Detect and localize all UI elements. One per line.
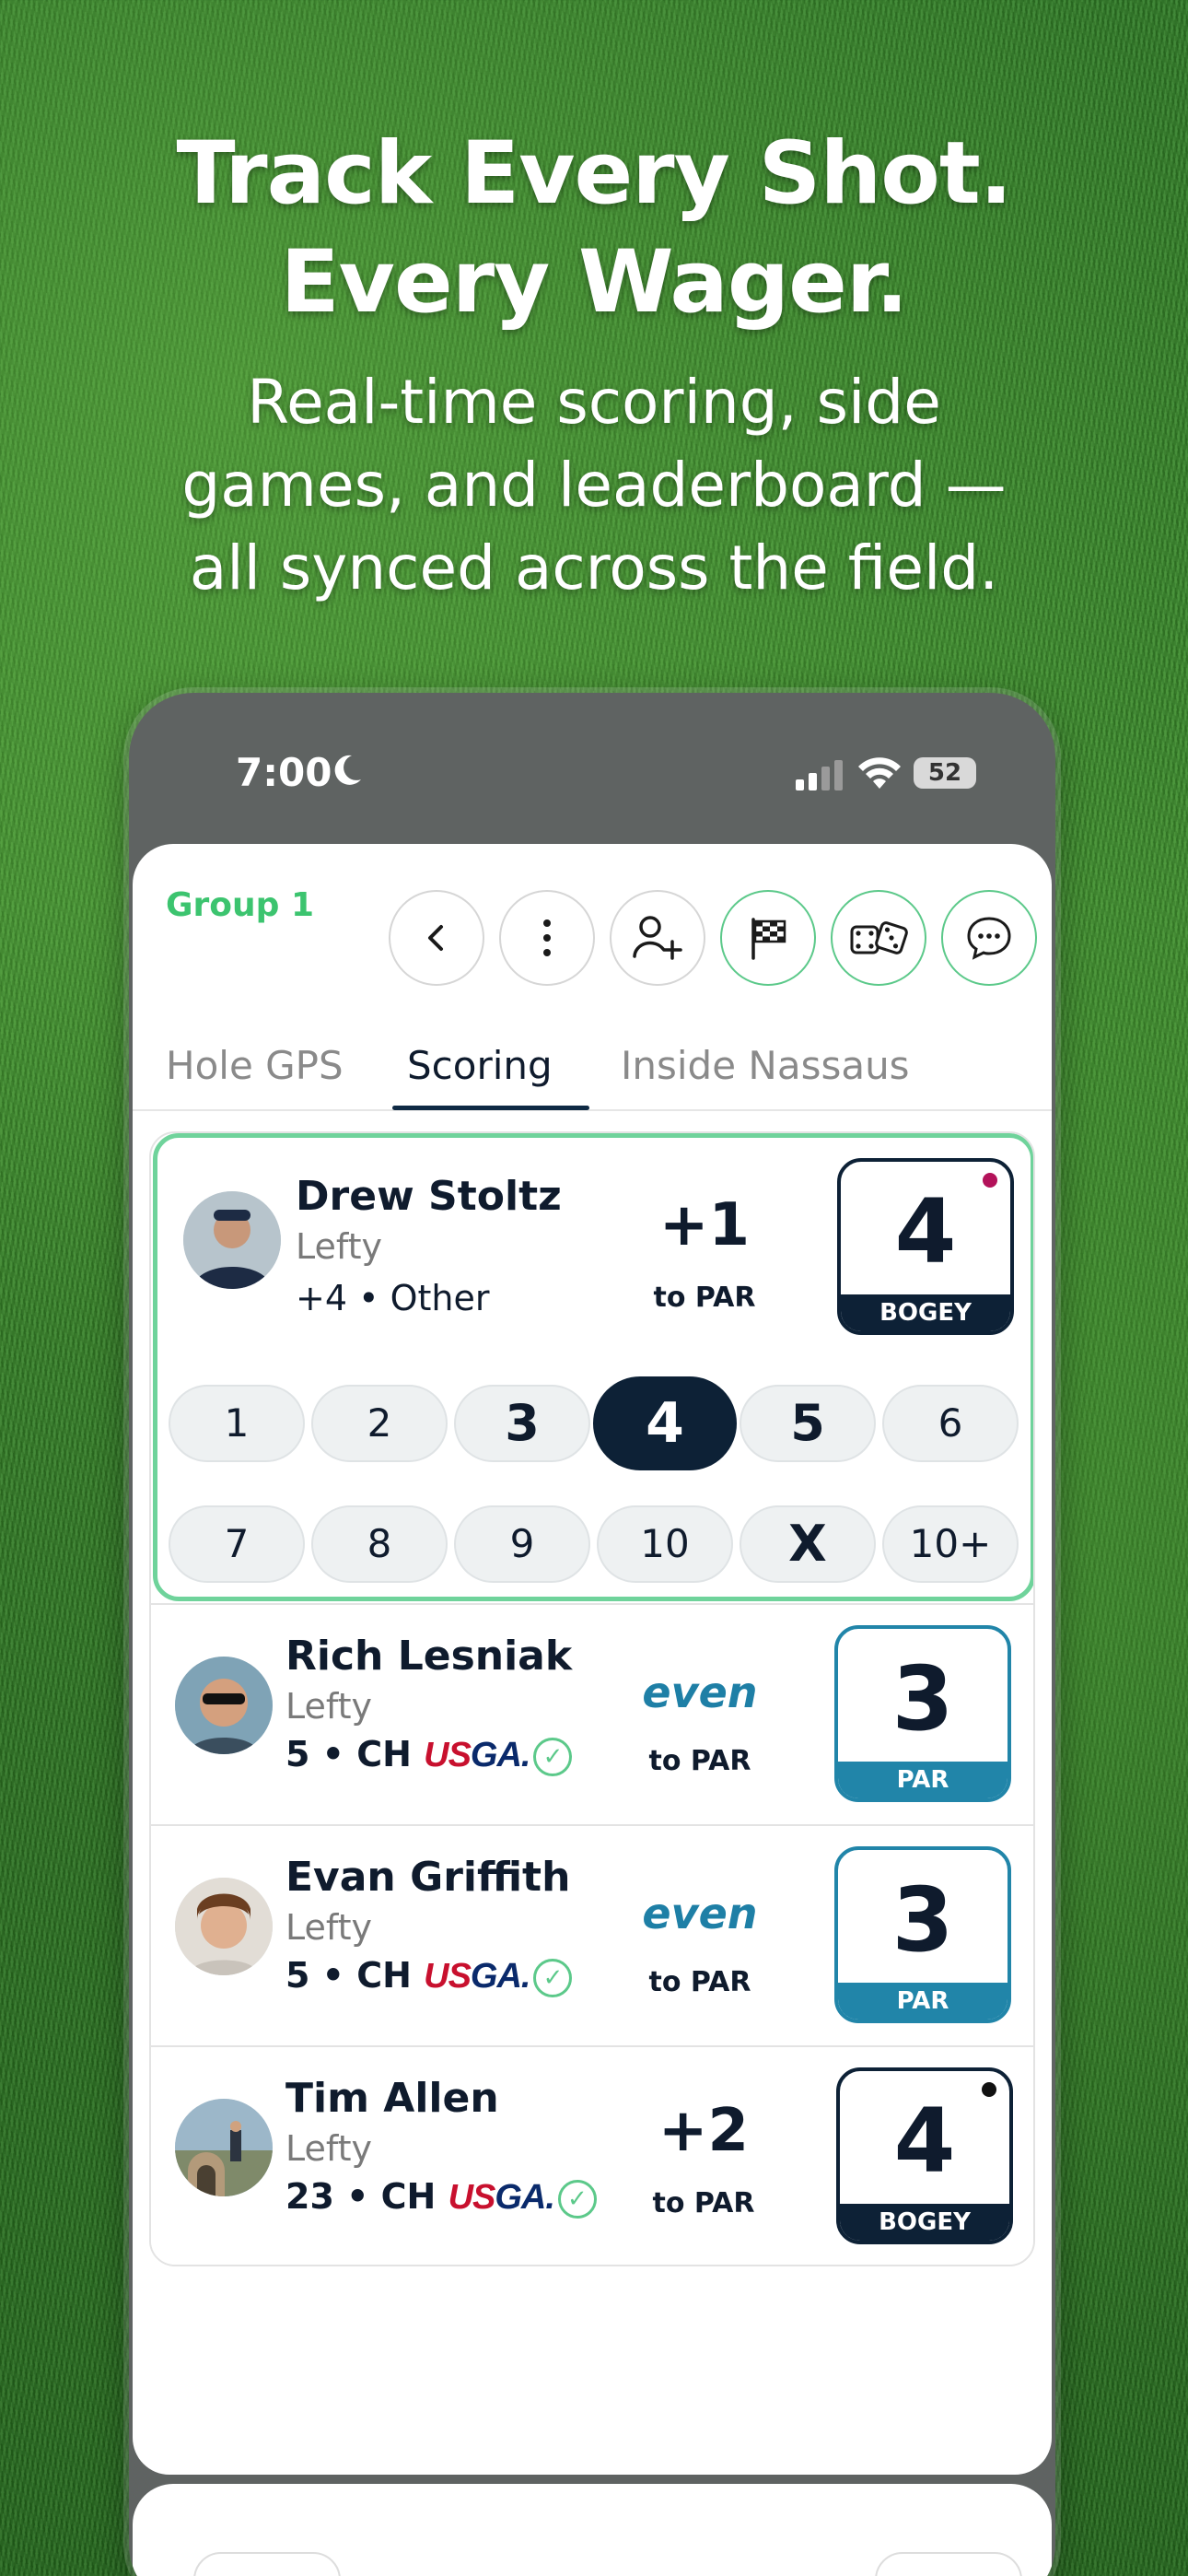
player-name: Rich Lesniak <box>285 1633 573 1680</box>
to-par-value: even <box>642 1668 758 1717</box>
avatar <box>175 2099 273 2196</box>
flag-icon <box>751 918 786 960</box>
score-option-10[interactable]: 10 <box>597 1505 733 1583</box>
score-option-10-plus[interactable]: 10+ <box>882 1505 1019 1583</box>
dice-icon <box>850 921 908 954</box>
add-player-icon <box>633 916 682 960</box>
to-par-label: to PAR <box>653 1282 756 1314</box>
hole-score-box[interactable]: 4 BOGEY <box>836 2067 1013 2244</box>
back-button[interactable] <box>389 890 484 986</box>
usga-logo: USGA. <box>424 1957 530 1996</box>
tab-scoring[interactable]: Scoring <box>407 1043 553 1088</box>
score-option-8[interactable]: 8 <box>311 1505 448 1583</box>
to-par-label: to PAR <box>652 2187 755 2219</box>
subhead-line-3: all synced across the field. <box>189 533 999 603</box>
verified-check-icon: ✓ <box>533 1737 573 1776</box>
player-card-active[interactable]: Drew Stoltz Lefty +4 • Other +1 to PAR 4… <box>153 1133 1033 1601</box>
status-time: 7:00 <box>236 750 332 795</box>
player-name: Drew Stoltz <box>296 1173 562 1220</box>
hole-score: 3 <box>891 1647 954 1751</box>
score-result-label: BOGEY <box>841 1294 1010 1331</box>
battery-indicator: 52 <box>914 757 976 789</box>
back-icon <box>428 925 443 951</box>
player-handedness: Lefty <box>285 1907 372 1948</box>
verified-check-icon: ✓ <box>533 1958 573 1997</box>
add-player-button[interactable] <box>610 890 705 986</box>
more-button[interactable] <box>499 890 595 986</box>
flag-button[interactable] <box>720 890 816 986</box>
avatar <box>175 1878 273 1975</box>
hole-score-box[interactable]: 4 BOGEY <box>837 1158 1014 1335</box>
hole-score-box[interactable]: 3 PAR <box>834 1846 1011 2023</box>
avatar <box>175 1657 273 1754</box>
group-title: Group 1 <box>166 886 315 924</box>
score-result-label: PAR <box>838 1762 1007 1798</box>
player-handicap: +4 • Other <box>296 1278 490 1318</box>
to-par-value: +2 <box>658 2097 750 2165</box>
wifi-icon <box>858 757 901 789</box>
player-name: Tim Allen <box>285 2075 499 2122</box>
to-par-value: +1 <box>658 1191 751 1259</box>
score-option-9[interactable]: 9 <box>454 1505 590 1583</box>
handicap-text: 5 • CH <box>285 1955 412 1996</box>
usga-logo: USGA. <box>448 2178 555 2217</box>
tab-inside-nassaus[interactable]: Inside Nassaus <box>621 1043 910 1088</box>
player-handedness: Lefty <box>296 1226 382 1267</box>
active-tab-indicator <box>392 1106 589 1110</box>
score-result-label: PAR <box>838 1983 1007 2020</box>
to-par-label: to PAR <box>648 1966 751 1998</box>
moon-icon <box>334 755 361 785</box>
to-par-label: to PAR <box>648 1745 751 1777</box>
usga-logo: USGA. <box>424 1736 530 1774</box>
subhead-line-1: Real-time scoring, side <box>247 367 941 438</box>
player-row[interactable]: Evan Griffith Lefty 5 • CH USGA. ✓ even t… <box>151 1824 1033 2045</box>
player-handedness: Lefty <box>285 2128 372 2169</box>
score-result-label: BOGEY <box>840 2204 1009 2241</box>
score-option-7[interactable]: 7 <box>169 1505 305 1583</box>
bottom-control-right[interactable] <box>875 2552 1022 2576</box>
chat-button[interactable] <box>941 890 1037 986</box>
avatar <box>183 1191 281 1289</box>
player-handedness: Lefty <box>285 1686 372 1727</box>
games-button[interactable] <box>831 890 926 986</box>
subhead-line-2: games, and leaderboard — <box>181 450 1007 521</box>
player-row[interactable]: Rich Lesniak Lefty 5 • CH USGA. ✓ even to… <box>151 1603 1033 1824</box>
score-option-3[interactable]: 3 <box>454 1385 590 1462</box>
score-option-x[interactable]: X <box>740 1505 876 1583</box>
app-screen: Group 1 Hole GPS Scoring Inside Nassaus … <box>133 844 1052 2475</box>
tab-bar: Hole GPS Scoring Inside Nassaus <box>133 1025 1052 1111</box>
more-icon <box>543 919 551 956</box>
handicap-text: 5 • CH <box>285 1734 412 1774</box>
hole-score-box[interactable]: 3 PAR <box>834 1625 1011 1802</box>
headline-line-1: Track Every Shot. <box>176 123 1013 224</box>
score-option-2[interactable]: 2 <box>311 1385 448 1462</box>
hole-score: 4 <box>894 1180 957 1283</box>
player-handicap: 23 • CH USGA. ✓ <box>285 2176 597 2219</box>
marketing-headline: Track Every Shot. Every Wager. <box>0 120 1188 337</box>
score-option-1[interactable]: 1 <box>169 1385 305 1462</box>
player-handicap: 5 • CH USGA. ✓ <box>285 1955 573 1997</box>
headline-line-2: Every Wager. <box>280 232 908 333</box>
score-option-6[interactable]: 6 <box>882 1385 1019 1462</box>
to-par-value: even <box>642 1889 758 1938</box>
player-score-list: Drew Stoltz Lefty +4 • Other +1 to PAR 4… <box>149 1131 1035 2266</box>
player-row[interactable]: Tim Allen Lefty 23 • CH USGA. ✓ +2 to PAR… <box>151 2045 1033 2265</box>
hole-score: 4 <box>893 2090 956 2193</box>
bottom-sheet <box>133 2484 1052 2576</box>
signal-icon <box>796 760 843 790</box>
bottom-control-left[interactable] <box>193 2552 341 2576</box>
verified-check-icon: ✓ <box>557 2179 597 2219</box>
player-name: Evan Griffith <box>285 1854 571 1901</box>
chat-icon <box>967 917 1011 960</box>
score-option-5[interactable]: 5 <box>740 1385 876 1462</box>
player-handicap: 5 • CH USGA. ✓ <box>285 1734 573 1776</box>
status-bar: 7:00 52 <box>129 693 1055 840</box>
tab-hole-gps[interactable]: Hole GPS <box>166 1043 344 1088</box>
hole-score: 3 <box>891 1868 954 1972</box>
phone-frame: 7:00 52 Group 1 Hole GPS Scoring Inside … <box>129 693 1055 2576</box>
score-option-4-selected[interactable]: 4 <box>593 1376 737 1470</box>
marketing-subhead: Real-time scoring, side games, and leade… <box>0 361 1188 610</box>
handicap-text: 23 • CH <box>285 2176 437 2217</box>
